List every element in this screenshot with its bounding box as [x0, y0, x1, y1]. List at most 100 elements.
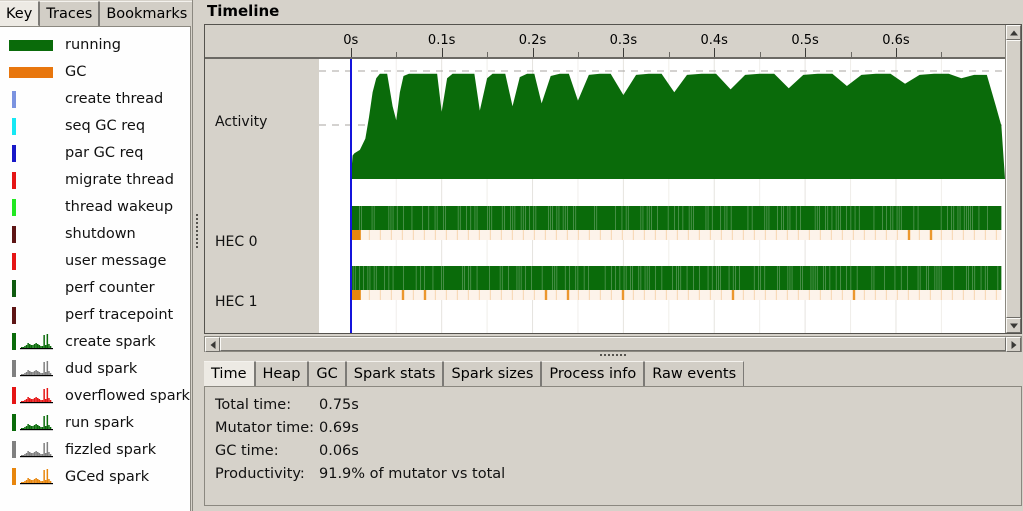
- key-item[interactable]: par GC req: [0, 139, 190, 166]
- key-item[interactable]: perf counter: [0, 274, 190, 301]
- axis-tick-major: [805, 48, 807, 57]
- timeline-plot[interactable]: Activity HEC 0 HEC 1: [205, 59, 1005, 333]
- key-item-label: run spark: [65, 414, 134, 431]
- vertical-scroll-thumb[interactable]: [1006, 40, 1021, 318]
- key-swatch-tick-icon: [9, 170, 55, 190]
- key-item[interactable]: dud spark: [0, 355, 190, 382]
- key-swatch-spark-icon: [9, 413, 55, 433]
- tick-swatch-icon: [12, 225, 16, 243]
- axis-tick-major: [623, 48, 625, 57]
- tab-traces[interactable]: Traces: [39, 1, 100, 26]
- key-swatch-tick-icon: [9, 224, 55, 244]
- timeline-vertical-scrollbar[interactable]: [1005, 25, 1021, 333]
- page-title: Timeline: [207, 2, 280, 20]
- axis-tick-label: 0s: [343, 33, 359, 48]
- time-cursor[interactable]: [349, 59, 352, 333]
- scroll-down-button[interactable]: [1006, 318, 1021, 333]
- tick-swatch-icon: [12, 306, 16, 324]
- scroll-right-button[interactable]: [1006, 337, 1021, 352]
- axis-tick-minor: [941, 52, 943, 57]
- key-swatch-tick-icon: [9, 116, 55, 136]
- axis-tick-label: 0.3s: [609, 33, 638, 48]
- tab-key-label: Key: [6, 6, 33, 22]
- chevron-right-icon: [1011, 340, 1016, 349]
- key-item[interactable]: shutdown: [0, 220, 190, 247]
- tab-time-label: Time: [211, 366, 247, 382]
- tab-bookmarks-label: Bookmarks: [106, 6, 188, 22]
- key-swatch-spark-icon: [9, 359, 55, 379]
- scroll-up-button[interactable]: [1006, 25, 1021, 40]
- key-item[interactable]: running: [0, 31, 190, 58]
- key-item[interactable]: fizzled spark: [0, 436, 190, 463]
- key-item[interactable]: perf tracepoint: [0, 301, 190, 328]
- key-item[interactable]: create thread: [0, 85, 190, 112]
- stat-row-gc-time: GC time: 0.06s: [215, 443, 505, 466]
- stats-table: Total time: 0.75s Mutator time: 0.69s GC…: [215, 397, 505, 489]
- stat-value-gc-time: 0.06s: [319, 443, 359, 459]
- key-item[interactable]: GCed spark: [0, 463, 190, 490]
- key-item[interactable]: thread wakeup: [0, 193, 190, 220]
- stat-value-productivity: 91.9% of mutator vs total: [319, 466, 506, 482]
- key-swatch-spark-icon: [9, 440, 55, 460]
- horizontal-splitter[interactable]: [204, 352, 1022, 360]
- stat-label-total-time: Total time:: [215, 397, 292, 413]
- timeline-canvas[interactable]: [319, 59, 1005, 333]
- horizontal-scroll-thumb[interactable]: [220, 337, 1006, 351]
- key-item[interactable]: overflowed spark: [0, 382, 190, 409]
- left-tab-strip: Key Traces Bookmarks: [0, 0, 198, 26]
- axis-tick-label: 0.4s: [700, 33, 728, 48]
- tab-heap[interactable]: Heap: [254, 361, 309, 387]
- key-item[interactable]: GC: [0, 58, 190, 85]
- axis-tick-minor: [759, 52, 761, 57]
- key-swatch-bar-icon: [9, 35, 55, 55]
- tab-bookmarks[interactable]: Bookmarks: [99, 1, 195, 26]
- stat-row-mutator-time: Mutator time: 0.69s: [215, 420, 505, 443]
- axis-tick-minor: [487, 52, 489, 57]
- key-item-label: dud spark: [65, 360, 138, 377]
- spark-swatch-icon: [12, 359, 53, 377]
- key-item-label: par GC req: [65, 144, 144, 161]
- tab-gc[interactable]: GC: [308, 361, 346, 387]
- stat-label-productivity: Productivity:: [215, 466, 305, 482]
- bottom-tab-strip: Time Heap GC Spark stats Spark sizes Pro…: [204, 360, 745, 387]
- scroll-left-button[interactable]: [205, 337, 220, 352]
- bar-swatch-icon: [9, 39, 53, 51]
- tick-swatch-icon: [12, 171, 16, 189]
- key-legend-list[interactable]: running GC create thread seq GC req par GC r…: [0, 26, 191, 511]
- tab-spark-sizes[interactable]: Spark sizes: [443, 361, 542, 387]
- row-label-hec1: HEC 1: [215, 294, 258, 310]
- tab-traces-label: Traces: [46, 6, 93, 22]
- key-item-label: GCed spark: [65, 468, 150, 485]
- tab-raw-events-label: Raw events: [652, 366, 737, 382]
- spark-swatch-icon: [12, 413, 53, 431]
- key-item[interactable]: user message: [0, 247, 190, 274]
- key-item[interactable]: seq GC req: [0, 112, 190, 139]
- tab-key[interactable]: Key: [0, 1, 40, 26]
- spark-swatch-icon: [12, 467, 53, 485]
- axis-tick-major: [532, 48, 534, 57]
- tab-spark-stats[interactable]: Spark stats: [345, 361, 444, 387]
- timeline-view[interactable]: 0s 0.1s 0.2s 0.3s 0.4s 0.5s 0.6s Activity HEC …: [204, 24, 1022, 334]
- key-item[interactable]: run spark: [0, 409, 190, 436]
- tab-process-info[interactable]: Process info: [541, 361, 645, 387]
- activity-area: [350, 73, 1005, 179]
- tick-swatch-icon: [12, 117, 16, 135]
- tab-raw-events[interactable]: Raw events: [644, 361, 745, 387]
- chevron-down-icon: [1009, 323, 1018, 328]
- spark-swatch-icon: [12, 386, 53, 404]
- key-swatch-spark-icon: [9, 386, 55, 406]
- axis-tick-label: 0.2s: [518, 33, 547, 48]
- key-swatch-tick-icon: [9, 251, 55, 271]
- key-swatch-tick-icon: [9, 197, 55, 217]
- timeline-horizontal-scrollbar[interactable]: [204, 336, 1022, 352]
- splitter-grip-icon: [195, 212, 200, 257]
- row-label-hec0: HEC 0: [215, 234, 258, 250]
- stat-value-total-time: 0.75s: [319, 397, 359, 413]
- activity-area-chart: [319, 59, 1005, 333]
- stat-value-mutator-time: 0.69s: [319, 420, 359, 436]
- key-swatch-tick-icon: [9, 278, 55, 298]
- key-item[interactable]: migrate thread: [0, 166, 190, 193]
- key-item[interactable]: create spark: [0, 328, 190, 355]
- tab-time[interactable]: Time: [204, 361, 255, 387]
- tick-swatch-icon: [12, 144, 16, 162]
